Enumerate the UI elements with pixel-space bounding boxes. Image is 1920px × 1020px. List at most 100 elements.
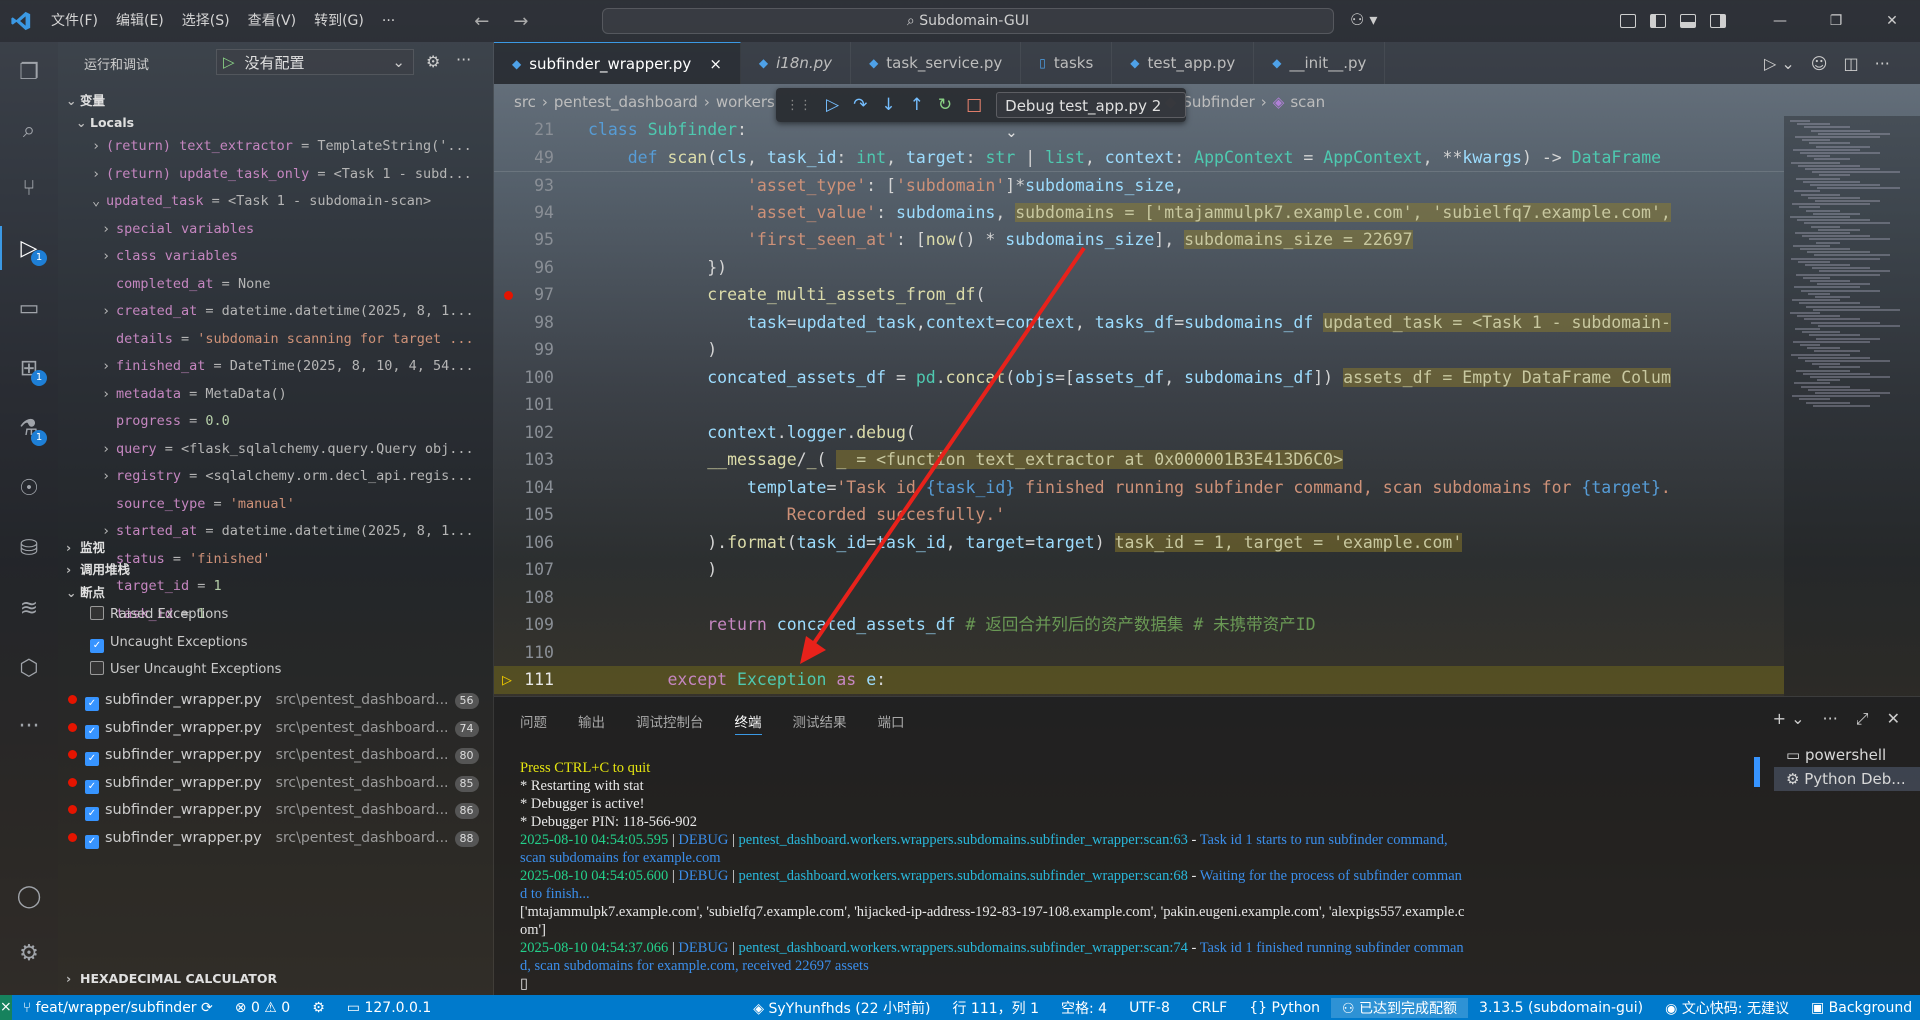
- breakpoint-checkbox[interactable]: ✓: [85, 752, 99, 766]
- variable-row[interactable]: › special variables: [58, 218, 494, 240]
- breadcrumb-scan[interactable]: scan: [1290, 93, 1325, 111]
- variable-row[interactable]: › class variables: [58, 245, 494, 267]
- menu-view[interactable]: 查看(V): [239, 0, 306, 42]
- tab-close-icon[interactable]: ×: [709, 55, 722, 73]
- panel-tab[interactable]: 问题: [520, 711, 547, 735]
- code-line[interactable]: 99 ): [494, 336, 1784, 364]
- exception-option[interactable]: Raised Exceptions: [58, 604, 494, 626]
- copilot-chat-icon[interactable]: ☺: [1811, 54, 1828, 73]
- callstack-section-header[interactable]: › 调用堆栈: [58, 559, 494, 581]
- breakpoints-section-header[interactable]: ⌄ 断点: [58, 582, 494, 604]
- code-line[interactable]: 102 context.logger.debug(: [494, 419, 1784, 447]
- breakpoint-checkbox[interactable]: ✓: [85, 724, 99, 739]
- code-line[interactable]: 101: [494, 391, 1784, 419]
- code-line[interactable]: 110: [494, 639, 1784, 667]
- minimize-icon[interactable]: —: [1752, 0, 1808, 42]
- terminal-item-powershell[interactable]: ▭ powershell: [1774, 743, 1920, 767]
- encoding[interactable]: UTF-8: [1118, 1000, 1181, 1016]
- code-line[interactable]: 49 def scan(cls, task_id: int, target: s…: [494, 144, 1784, 172]
- checkbox[interactable]: [90, 606, 104, 620]
- breakpoint-item[interactable]: ✓ subfinder_wrapper.py src\pentest_dashboa…: [58, 799, 494, 821]
- breadcrumb-pentest-dashboard[interactable]: pentest_dashboard: [554, 93, 698, 111]
- code-line[interactable]: 94 'asset_value': subdomains, subdomains…: [494, 199, 1784, 227]
- debug-settings-gear-icon[interactable]: ⚙: [426, 52, 440, 71]
- panel-tab[interactable]: 终端: [734, 711, 762, 735]
- sidebar-more-icon[interactable]: ···: [456, 50, 471, 69]
- testing-icon[interactable]: ⚗ 1: [13, 412, 47, 446]
- editor-tab[interactable]: ▯ tasks: [1021, 42, 1113, 84]
- wenxin-status[interactable]: ◉ 文心快码: 无建议: [1654, 998, 1800, 1018]
- variable-row[interactable]: completed_at = None: [58, 273, 494, 295]
- editor-tab[interactable]: ◆ subfinder_wrapper.py ×: [494, 42, 741, 84]
- breakpoint-item[interactable]: ✓ subfinder_wrapper.py src\pentest_dashboa…: [58, 717, 494, 739]
- copilot-icon[interactable]: ⚇ ▾: [1350, 10, 1377, 29]
- variable-row[interactable]: details = 'subdomain scanning for target…: [58, 328, 494, 350]
- debug-session-select[interactable]: Debug test_app.py 2 ⌄: [996, 92, 1186, 141]
- menu-go[interactable]: 转到(G): [305, 0, 373, 42]
- continue-icon[interactable]: ▷: [826, 95, 839, 115]
- menu-edit[interactable]: 编辑(E): [107, 0, 173, 42]
- code-line[interactable]: 93 'asset_type': ['subdomain']*subdomain…: [494, 171, 1784, 199]
- code-line[interactable]: 95 'first_seen_at': [now() * subdomains_…: [494, 226, 1784, 254]
- problems-count[interactable]: ⊗ 0 ⚠ 0: [224, 1000, 301, 1016]
- terminal-output[interactable]: Press CTRL+C to quit * Restarting with s…: [520, 759, 1752, 993]
- remote-explorer-icon[interactable]: ▭: [13, 292, 45, 324]
- menu-file[interactable]: 文件(F): [42, 0, 107, 42]
- step-into-icon[interactable]: ↓: [881, 95, 895, 115]
- cursor-position[interactable]: 行 111，列 1: [941, 998, 1050, 1018]
- account-icon[interactable]: ◯: [13, 880, 45, 912]
- restart-icon[interactable]: ↻: [938, 95, 952, 115]
- hex-calculator-section-header[interactable]: › HEXADECIMAL CALCULATOR: [58, 968, 494, 990]
- layers-icon[interactable]: ≋: [13, 592, 45, 624]
- panel-tab[interactable]: 端口: [878, 711, 905, 735]
- minimap[interactable]: [1784, 116, 1920, 696]
- step-over-icon[interactable]: ↷: [853, 95, 867, 115]
- code-line[interactable]: 100 concated_assets_df = pd.concat(objs=…: [494, 364, 1784, 392]
- more-icon[interactable]: ···: [13, 710, 45, 742]
- panel-more-icon[interactable]: ···: [1823, 709, 1838, 729]
- toggle-panel-icon[interactable]: [1680, 14, 1696, 28]
- breakpoint-checkbox[interactable]: ✓: [85, 834, 99, 849]
- variable-row[interactable]: › created_at = datetime.datetime(2025, 8,…: [58, 300, 494, 322]
- explorer-icon[interactable]: ❐: [13, 56, 45, 88]
- host-item[interactable]: ▭ 127.0.0.1: [336, 1000, 442, 1016]
- indentation[interactable]: 空格: 4: [1050, 998, 1118, 1018]
- back-arrow-icon[interactable]: ←: [474, 11, 489, 32]
- variable-row[interactable]: › query = <flask_sqlalchemy.query.Query o…: [58, 438, 494, 460]
- git-blame[interactable]: ◈ SyYhunfhds (22 小时前): [742, 998, 941, 1018]
- code-line[interactable]: 106 ).format(task_id=task_id, target=tar…: [494, 529, 1784, 557]
- breakpoint-item[interactable]: ✓ subfinder_wrapper.py src\pentest_dashboa…: [58, 827, 494, 849]
- checkbox[interactable]: [90, 661, 104, 675]
- debug-status-icon[interactable]: ⚙: [301, 1000, 336, 1016]
- breakpoint-item[interactable]: ✓ subfinder_wrapper.py src\pentest_dashboa…: [58, 772, 494, 794]
- code-line[interactable]: 105 Recorded succesfully.': [494, 501, 1784, 529]
- step-out-icon[interactable]: ↑: [910, 95, 924, 115]
- run-file-icon[interactable]: ▷ ⌄: [1764, 54, 1795, 73]
- breakpoint-checkbox[interactable]: ✓: [85, 807, 99, 821]
- checkbox[interactable]: ✓: [90, 638, 104, 653]
- variable-row[interactable]: › (return) text_extractor = TemplateStrin…: [58, 135, 494, 157]
- close-panel-icon[interactable]: ✕: [1887, 709, 1900, 729]
- breakpoint-item[interactable]: ✓ subfinder_wrapper.py src\pentest_dashboa…: [58, 689, 494, 711]
- code-line[interactable]: 21 class Subfinder:: [494, 116, 1784, 144]
- variable-row[interactable]: source_type = 'manual': [58, 493, 494, 515]
- variables-section-header[interactable]: ⌄ 变量: [58, 90, 494, 112]
- menu-selection[interactable]: 选择(S): [173, 0, 239, 42]
- forward-arrow-icon[interactable]: →: [513, 11, 528, 32]
- breadcrumb-workers[interactable]: workers: [716, 93, 775, 111]
- command-center-search[interactable]: ⌕ Subdomain-GUI: [602, 8, 1334, 34]
- breadcrumb-subfinder[interactable]: Subfinder: [1182, 93, 1254, 111]
- code-line[interactable]: 97 create_multi_assets_from_df(: [494, 281, 1784, 309]
- source-control-icon[interactable]: ⑂: [13, 172, 45, 204]
- variable-row[interactable]: › registry = <sqlalchemy.orm.decl_api.reg…: [58, 465, 494, 487]
- database-icon[interactable]: ⛁: [13, 532, 45, 564]
- locals-scope[interactable]: ⌄ Locals: [58, 112, 494, 134]
- maximize-panel-icon[interactable]: ⤢: [1856, 709, 1869, 729]
- toggle-secondary-sidebar-icon[interactable]: [1710, 14, 1726, 28]
- split-editor-icon[interactable]: ◫: [1843, 54, 1858, 73]
- breakpoint-item[interactable]: ✓ subfinder_wrapper.py src\pentest_dashboa…: [58, 744, 494, 766]
- git-branch[interactable]: ⑂ feat/wrapper/subfinder ⟳: [12, 1000, 224, 1016]
- panel-tab[interactable]: 输出: [578, 711, 605, 735]
- close-window-icon[interactable]: ✕: [1864, 0, 1920, 42]
- exception-option[interactable]: ✓ Uncaught Exceptions: [58, 632, 494, 654]
